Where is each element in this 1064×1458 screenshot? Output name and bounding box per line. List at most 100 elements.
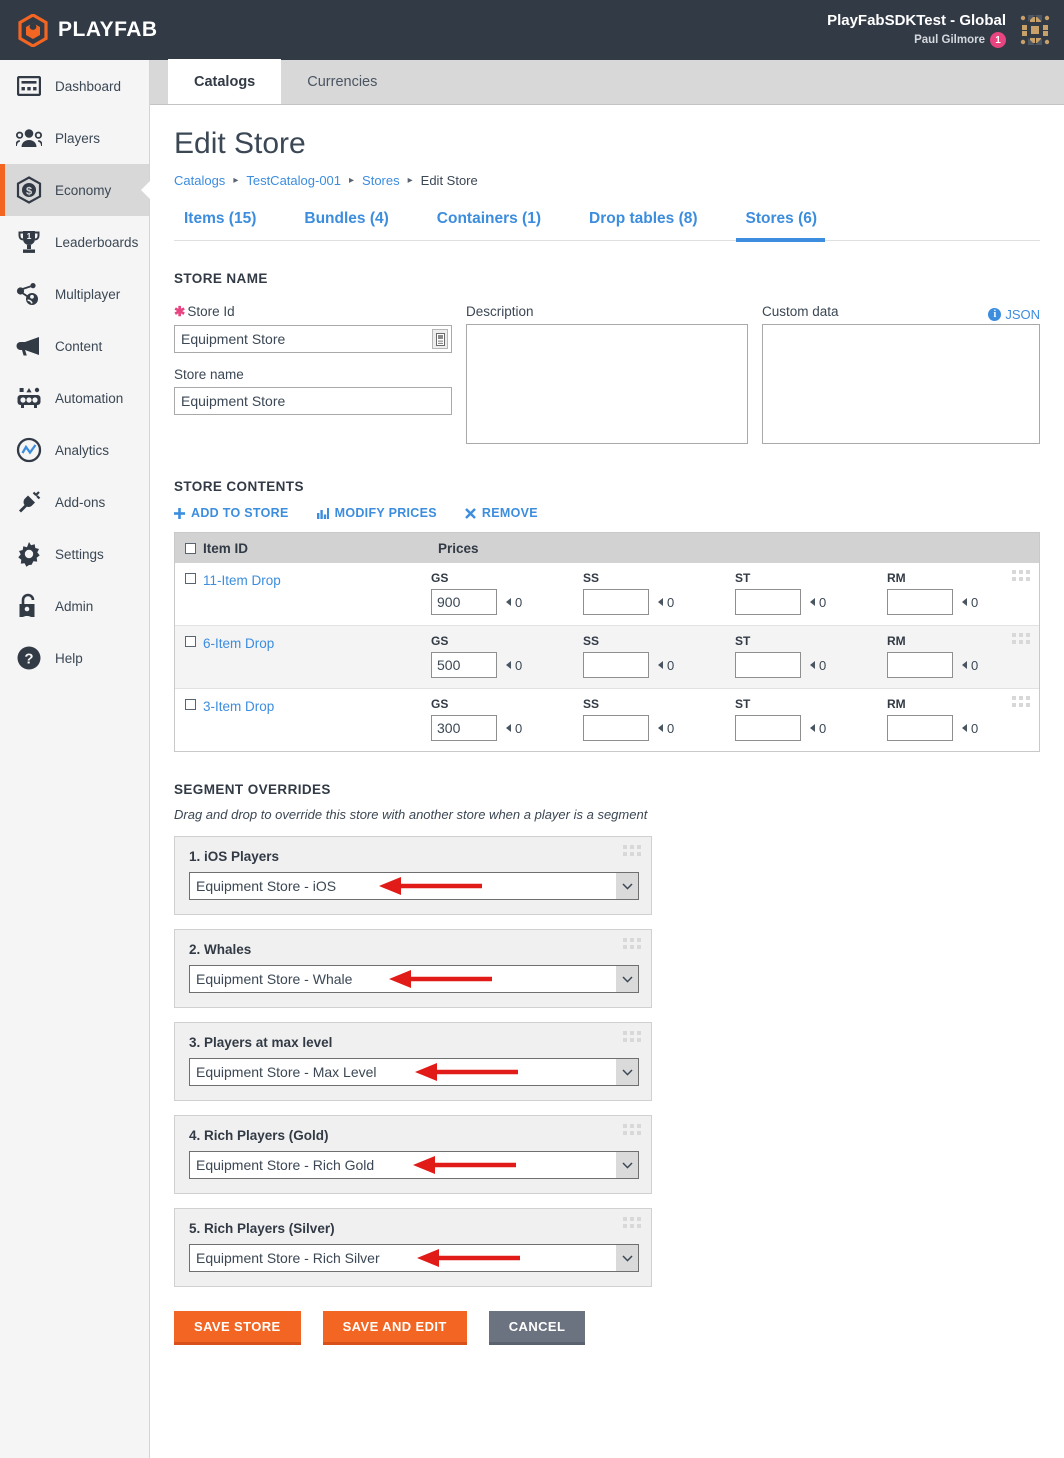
breadcrumb-item-catalogs[interactable]: Catalogs: [174, 173, 225, 188]
item-id-link[interactable]: 3-Item Drop: [203, 699, 274, 714]
subtab-containers[interactable]: Containers (1): [427, 210, 563, 240]
breadcrumb-separator-icon: ▸: [233, 175, 239, 186]
table-row: 6-Item Drop GS 0 SS: [175, 625, 1039, 688]
price-input[interactable]: [735, 652, 801, 678]
save-and-edit-button[interactable]: SAVE AND EDIT: [322, 1311, 467, 1345]
price-input[interactable]: [583, 715, 649, 741]
add-to-store-button[interactable]: ADD TO STORE: [174, 506, 289, 520]
price-input[interactable]: [583, 589, 649, 615]
modify-prices-button[interactable]: MODIFY PRICES: [316, 506, 437, 520]
price-currency-label: SS: [583, 697, 600, 711]
subtab-bundles[interactable]: Bundles (4): [294, 210, 410, 240]
tab-catalogs[interactable]: Catalogs: [168, 59, 282, 104]
segment-store-select[interactable]: Equipment Store - Rich Silver: [189, 1244, 639, 1272]
triangle-left-icon: [506, 724, 511, 732]
breadcrumb-separator-icon: ▸: [407, 175, 413, 186]
breadcrumb-item-current: Edit Store: [420, 173, 478, 188]
sidebar-item-admin[interactable]: Admin: [0, 580, 149, 632]
sidebar-item-multiplayer[interactable]: Multiplayer: [0, 268, 149, 320]
json-link[interactable]: i JSON: [988, 307, 1040, 322]
sidebar-item-economy[interactable]: $ Economy: [0, 164, 150, 216]
segment-store-select[interactable]: Equipment Store - iOS: [189, 872, 639, 900]
triangle-left-icon: [810, 598, 815, 606]
user-name[interactable]: Paul Gilmore: [914, 34, 985, 46]
custom-data-textarea[interactable]: [762, 324, 1041, 444]
add-to-store-label: ADD TO STORE: [191, 506, 289, 520]
store-id-input[interactable]: [174, 325, 453, 353]
price-input[interactable]: [431, 715, 497, 741]
price-input[interactable]: [735, 589, 801, 615]
segment-store-select[interactable]: Equipment Store - Rich Gold: [189, 1151, 639, 1179]
price-secondary-value: 0: [819, 720, 827, 736]
sidebar-item-label: Analytics: [55, 442, 110, 458]
sidebar-item-label: Settings: [55, 546, 104, 562]
segment-title: 2. Whales: [189, 942, 252, 957]
drag-handle-icon[interactable]: [623, 845, 641, 856]
price-input[interactable]: [735, 715, 801, 741]
table-header-row: Item ID Prices: [175, 533, 1039, 563]
subtab-stores[interactable]: Stores (6): [735, 210, 840, 242]
sidebar-item-help[interactable]: ? Help: [0, 632, 149, 684]
sidebar-item-dashboard[interactable]: Dashboard: [0, 60, 149, 112]
item-id-link[interactable]: 6-Item Drop: [203, 636, 274, 651]
breadcrumb-item-stores[interactable]: Stores: [362, 173, 400, 188]
sidebar-item-analytics[interactable]: Analytics: [0, 424, 149, 476]
sidebar-item-addons[interactable]: Add-ons: [0, 476, 149, 528]
subtab-items[interactable]: Items (15): [174, 210, 278, 240]
price-cell: ST 0: [735, 697, 887, 741]
price-input[interactable]: [887, 715, 953, 741]
sidebar-item-settings[interactable]: Settings: [0, 528, 149, 580]
catalog-subtabs: Items (15) Bundles (4) Containers (1) Dr…: [174, 210, 1040, 242]
cancel-button[interactable]: CANCEL: [488, 1311, 586, 1345]
drag-handle-icon[interactable]: [623, 1217, 641, 1228]
drag-handle-icon[interactable]: [1012, 570, 1030, 581]
drag-handle-icon[interactable]: [1012, 633, 1030, 644]
drag-handle-icon[interactable]: [623, 1124, 641, 1135]
price-input[interactable]: [887, 652, 953, 678]
triangle-left-icon: [810, 661, 815, 669]
top-header-bar: PLAYFAB PlayFabSDKTest - Global Paul Gil…: [0, 0, 1064, 60]
triangle-left-icon: [810, 724, 815, 732]
tab-currencies[interactable]: Currencies: [281, 59, 403, 104]
item-id-link[interactable]: 11-Item Drop: [203, 573, 281, 588]
price-input[interactable]: [431, 652, 497, 678]
price-input[interactable]: [431, 589, 497, 615]
segment-store-select[interactable]: Equipment Store - Max Level: [189, 1058, 639, 1086]
column-header-prices: Prices: [438, 540, 479, 556]
breadcrumb-item-catalog[interactable]: TestCatalog-001: [246, 173, 341, 188]
price-secondary-value: 0: [971, 720, 979, 736]
drag-handle-icon[interactable]: [623, 938, 641, 949]
studio-title: PlayFabSDKTest - Global: [827, 12, 1006, 29]
row-checkbox[interactable]: [185, 573, 196, 584]
save-store-button[interactable]: SAVE STORE: [174, 1311, 301, 1345]
drag-handle-icon[interactable]: [623, 1031, 641, 1042]
brand[interactable]: PLAYFAB: [0, 12, 157, 48]
sidebar-item-automation[interactable]: Automation: [0, 372, 149, 424]
store-name-input[interactable]: [174, 387, 453, 415]
notification-badge[interactable]: 1: [990, 32, 1006, 48]
sidebar-item-content[interactable]: Content: [0, 320, 149, 372]
remove-button[interactable]: REMOVE: [465, 506, 538, 520]
main-content: Catalogs Currencies Edit Store Catalogs …: [150, 59, 1064, 1458]
price-input[interactable]: [583, 652, 649, 678]
subtab-drop-tables[interactable]: Drop tables (8): [579, 210, 720, 240]
segment-store-select[interactable]: Equipment Store - Whale: [189, 965, 639, 993]
page-title: Edit Store: [174, 127, 306, 160]
select-all-checkbox[interactable]: [185, 542, 196, 554]
row-checkbox[interactable]: [185, 636, 196, 647]
store-contents-heading: STORE CONTENTS: [174, 479, 304, 494]
segment-override-card: 1. iOS Players Equipment Store - iOS: [174, 836, 652, 915]
segment-override-card: 3. Players at max level Equipment Store …: [174, 1022, 652, 1101]
price-cell: SS 0: [583, 571, 735, 615]
remove-label: REMOVE: [481, 506, 538, 520]
description-textarea[interactable]: [466, 324, 748, 444]
store-contents-actions: ADD TO STORE MODIFY PRICES REMOVE: [174, 506, 1040, 520]
price-input[interactable]: [887, 589, 953, 615]
apps-grid-icon[interactable]: [1018, 13, 1052, 47]
drag-handle-icon[interactable]: [1012, 696, 1030, 707]
id-card-icon[interactable]: [432, 329, 449, 349]
sidebar-item-leaderboards[interactable]: 1 Leaderboards: [0, 216, 149, 268]
row-checkbox[interactable]: [185, 699, 196, 710]
analytics-icon: [16, 437, 42, 463]
sidebar-item-players[interactable]: Players: [0, 112, 149, 164]
